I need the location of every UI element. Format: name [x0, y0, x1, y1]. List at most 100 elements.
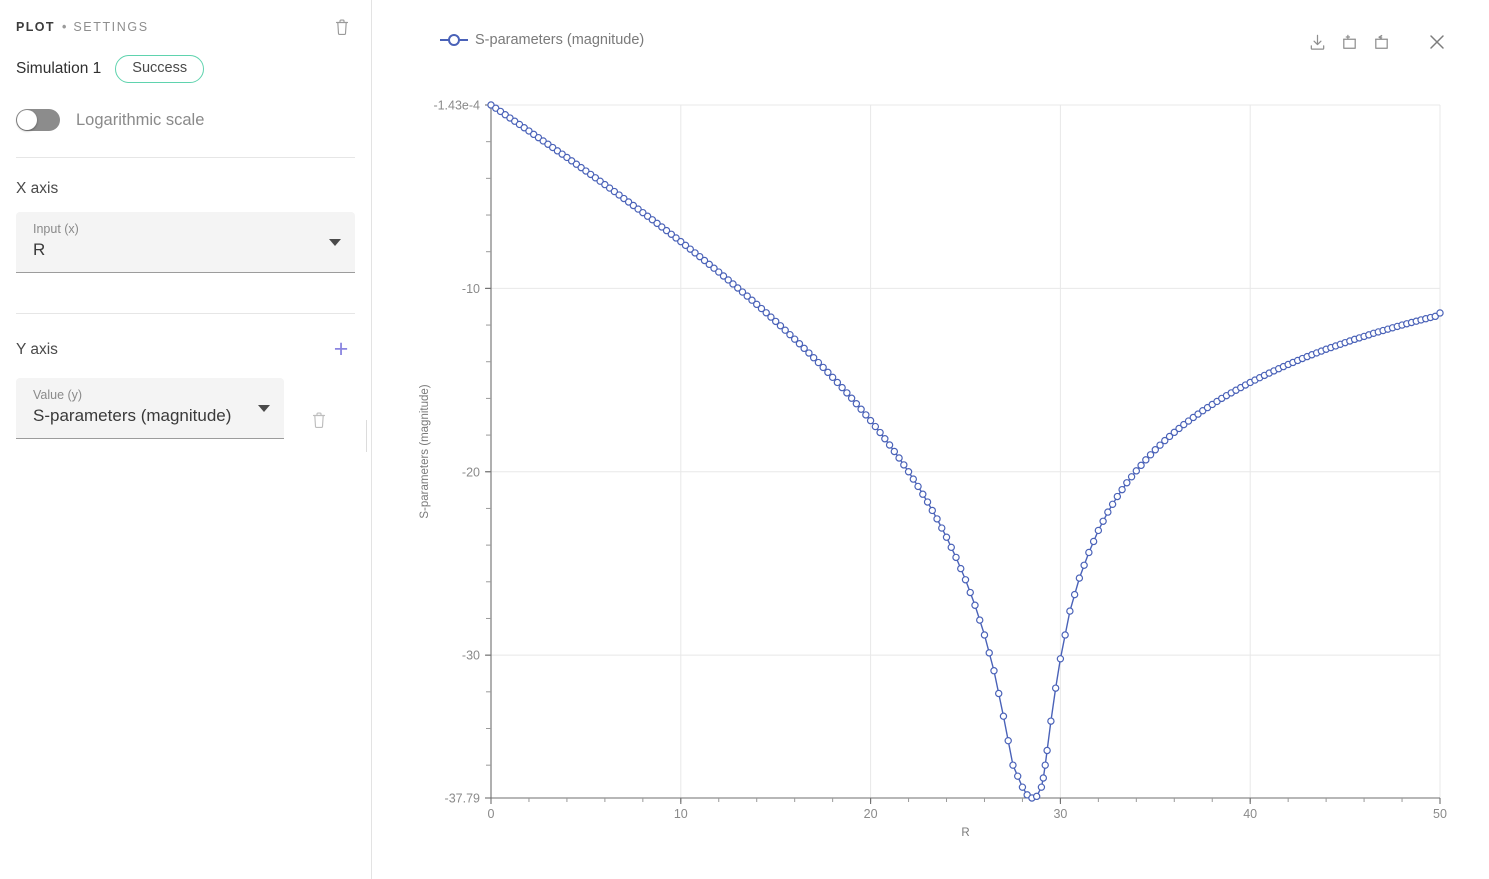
x-tick-label: 50	[1433, 807, 1447, 821]
simulation-row: Simulation 1 Success	[0, 54, 371, 84]
data-point	[966, 588, 974, 597]
data-point	[961, 576, 970, 584]
simulation-name: Simulation 1	[16, 60, 102, 77]
x-tick-label: 20	[864, 807, 878, 821]
data-point	[1004, 736, 1012, 745]
data-point	[1009, 761, 1017, 769]
data-point	[923, 498, 932, 506]
data-point	[828, 373, 837, 382]
data-point	[852, 400, 861, 408]
data-point	[819, 363, 827, 372]
data-point	[947, 543, 955, 552]
data-point	[1113, 492, 1122, 501]
data-point	[990, 667, 998, 675]
data-point	[885, 441, 894, 449]
data-point	[1075, 574, 1084, 582]
add-y-axis-button[interactable]: +	[327, 336, 355, 364]
data-point	[1014, 772, 1022, 780]
x-axis-input-select[interactable]: Input (x) R	[16, 212, 355, 273]
y-axis-title: S-parameters (magnitude)	[419, 384, 431, 518]
chart-canvas[interactable]: -1.43e-4 -10 -20 -30 -37.79 0 10 20 30 40 50 R S-par…	[372, 0, 1489, 879]
data-point	[999, 712, 1008, 720]
status-badge[interactable]: Success	[115, 55, 205, 83]
data-point	[1061, 631, 1069, 639]
y-axis-section-title: Y axis	[16, 340, 58, 358]
data-point	[909, 475, 918, 483]
data-point	[900, 461, 908, 469]
data-point	[824, 368, 832, 377]
data-point	[971, 601, 979, 609]
trash-icon	[335, 19, 349, 35]
y-axis-value-select[interactable]: Value (y) S-parameters (magnitude)	[16, 377, 284, 439]
data-point	[895, 454, 903, 462]
data-point	[1051, 684, 1060, 692]
logarithmic-scale-label: Logarithmic scale	[76, 110, 205, 129]
x-tick-label: 10	[674, 807, 688, 821]
data-point	[942, 533, 951, 541]
settings-sidebar: PLOT • SETTINGS Simulation 1 Success Log…	[0, 0, 375, 879]
data-point	[1043, 746, 1051, 755]
data-point	[1056, 655, 1065, 663]
x-axis-ticks: 0 10 20 30 40 50	[488, 798, 1447, 821]
data-point	[952, 553, 960, 562]
data-point	[1094, 526, 1103, 535]
data-point	[847, 394, 856, 402]
y-tick-label: -1.43e-4	[433, 99, 480, 113]
data-point	[1436, 309, 1444, 317]
data-point	[1089, 537, 1098, 546]
data-point	[862, 411, 870, 419]
data-point	[871, 422, 880, 431]
data-point	[1032, 792, 1041, 801]
data-point	[1146, 451, 1155, 459]
delete-y-axis-button[interactable]	[306, 407, 332, 433]
y-tick-label: -30	[462, 649, 480, 663]
data-point	[914, 482, 922, 491]
data-point	[866, 416, 875, 425]
x-tick-label: 0	[488, 807, 495, 821]
y-axis-ticks: -1.43e-4 -10 -20 -30 -37.79	[433, 99, 491, 806]
plot-panel: S-parameters (magnitude) -1.43e-4 -10 -2…	[372, 0, 1489, 879]
data-point	[995, 689, 1003, 698]
data-point	[928, 506, 936, 515]
data-point	[857, 405, 865, 413]
plot-workspace: PLOT • SETTINGS Simulation 1 Success Log…	[0, 0, 1489, 879]
series-markers	[487, 101, 1444, 802]
y-axis-field-label: Value (y)	[33, 387, 83, 402]
data-point	[976, 616, 984, 624]
data-point	[1037, 783, 1046, 791]
x-axis-field-value: R	[33, 240, 46, 260]
data-point	[933, 515, 941, 523]
data-point	[890, 447, 899, 456]
data-point	[1132, 467, 1141, 475]
x-axis-title: R	[961, 827, 969, 839]
data-point	[814, 358, 823, 367]
x-axis-field-label: Input (x)	[33, 222, 79, 236]
data-point	[919, 490, 927, 498]
delete-plot-button[interactable]	[329, 14, 355, 40]
panel-header: PLOT • SETTINGS	[0, 0, 371, 40]
panel-title: PLOT	[16, 20, 55, 34]
trash-icon	[312, 412, 326, 428]
data-point	[1070, 590, 1079, 599]
data-point	[843, 389, 851, 397]
y-tick-label: -37.79	[445, 792, 480, 806]
data-point	[1080, 561, 1088, 569]
logarithmic-scale-row: Logarithmic scale	[0, 106, 371, 134]
logarithmic-scale-toggle[interactable]	[16, 109, 60, 131]
data-point	[938, 524, 946, 532]
data-point	[809, 354, 818, 362]
data-point	[1047, 717, 1055, 725]
x-tick-label: 30	[1053, 807, 1067, 821]
data-point	[1085, 548, 1093, 557]
sidebar-divider-2	[16, 312, 355, 314]
y-axis-field-value: S-parameters (magnitude)	[33, 406, 232, 426]
x-axis-field-wrap: Input (x) R	[0, 212, 371, 273]
data-point	[1123, 479, 1131, 487]
data-point	[957, 564, 965, 573]
data-point	[1041, 761, 1049, 769]
panel-title-separator: •	[61, 20, 67, 34]
data-point	[985, 649, 993, 657]
data-point	[1142, 456, 1150, 464]
data-point	[1137, 461, 1145, 470]
data-point	[904, 468, 913, 476]
